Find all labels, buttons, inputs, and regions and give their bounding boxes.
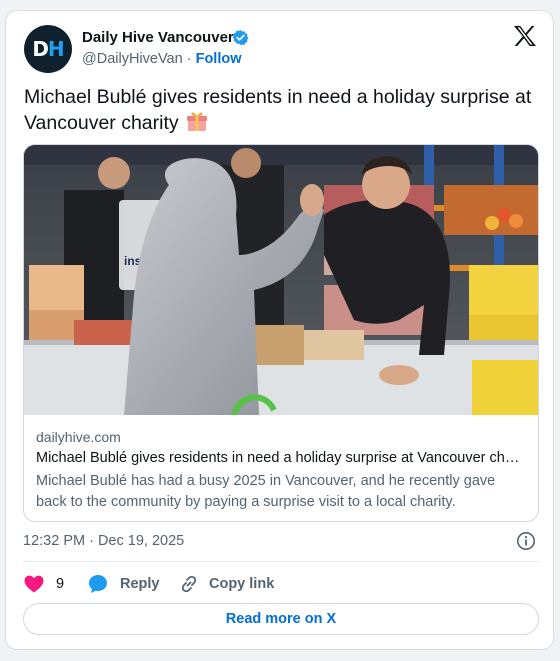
charity-photo: inspir: [24, 145, 538, 415]
read-more-button[interactable]: Read more on X: [23, 603, 539, 635]
tweet-timestamp[interactable]: 12:32 PM · Dec 19, 2025: [23, 533, 184, 549]
like-count: 9: [56, 576, 65, 592]
link-description: Michael Bublé has had a busy 2025 in Van…: [36, 473, 496, 510]
copy-link-label: Copy link: [209, 576, 275, 592]
link-title: Michael Bublé gives residents in need a …: [36, 450, 526, 466]
heart-icon: [24, 575, 44, 593]
copy-link-button[interactable]: Copy link: [179, 572, 274, 596]
avatar-logo: DH: [32, 37, 64, 61]
gift-icon: [187, 112, 208, 131]
tweet-text: Michael Bublé gives residents in need a …: [24, 85, 539, 136]
reply-button[interactable]: Reply: [88, 572, 160, 596]
divider: [23, 561, 539, 562]
tweet-text-content: Michael Bublé gives residents in need a …: [24, 86, 532, 134]
tweet-embed-card: DH Daily Hive Vancouver @DailyHiveVan · …: [5, 10, 554, 650]
handle-separator: ·: [186, 51, 192, 67]
verified-badge-icon: [232, 30, 249, 45]
reply-label: Reply: [120, 576, 160, 592]
x-logo-icon[interactable]: [513, 25, 537, 47]
author-display-name[interactable]: Daily Hive Vancouver: [82, 29, 234, 46]
like-button[interactable]: 9: [24, 572, 64, 596]
follow-button[interactable]: Follow: [196, 51, 242, 67]
link-icon: [181, 575, 197, 593]
info-icon[interactable]: [516, 531, 536, 551]
author-handle[interactable]: @DailyHiveVan: [82, 51, 183, 67]
link-domain: dailyhive.com: [36, 429, 121, 445]
link-preview-card[interactable]: inspir dailyhive.com Michael Bublé gives…: [23, 144, 539, 522]
reply-bubble-icon: [89, 575, 107, 593]
avatar[interactable]: DH: [24, 25, 72, 73]
author-handle-row: @DailyHiveVan · Follow: [82, 51, 242, 67]
